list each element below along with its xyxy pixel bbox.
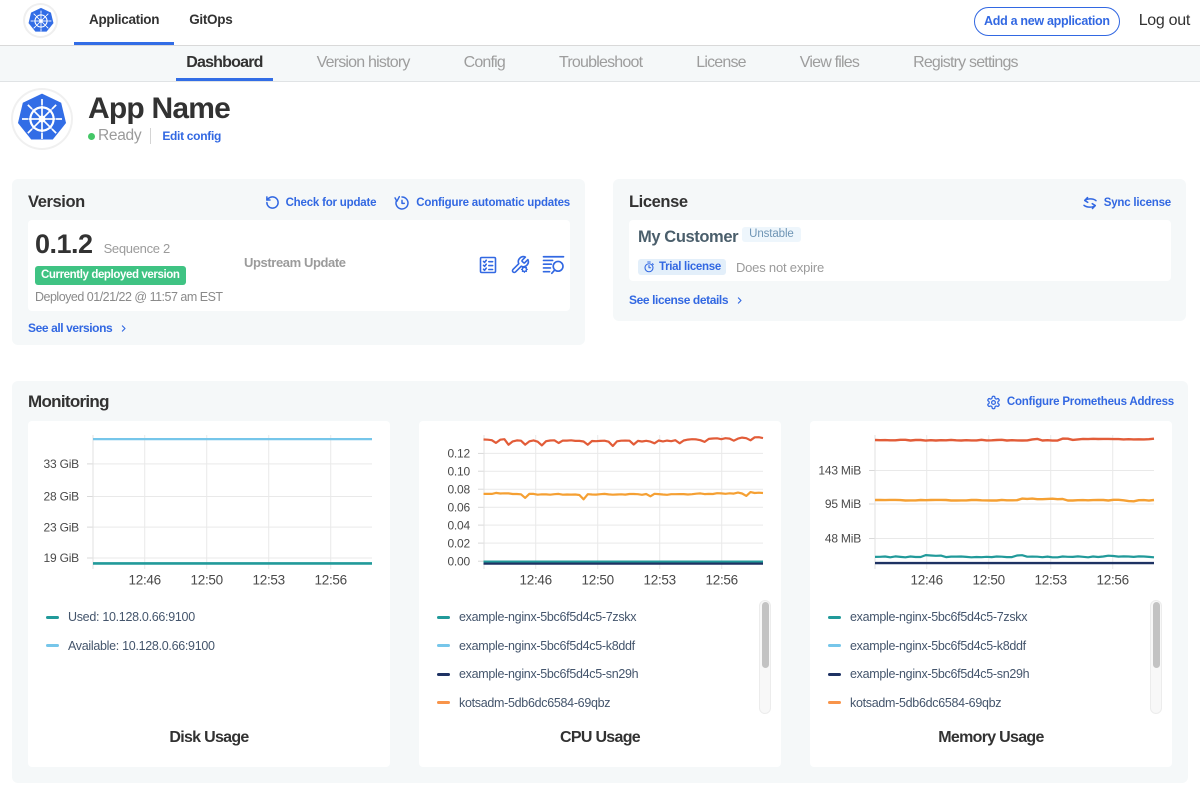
svg-text:12:50: 12:50 [191,573,223,588]
svg-text:95 MiB: 95 MiB [825,497,861,511]
svg-text:0.04: 0.04 [447,518,470,532]
svg-text:48 MiB: 48 MiB [825,532,861,546]
svg-text:12:56: 12:56 [315,573,347,588]
svg-text:12:53: 12:53 [1035,573,1067,588]
svg-text:33 GiB: 33 GiB [44,457,80,471]
svg-text:12:53: 12:53 [253,573,285,588]
svg-text:12:46: 12:46 [911,573,943,588]
svg-text:0.08: 0.08 [447,482,470,496]
svg-text:12:50: 12:50 [973,573,1005,588]
svg-text:12:46: 12:46 [129,573,161,588]
svg-text:12:56: 12:56 [1097,573,1129,588]
svg-text:28 GiB: 28 GiB [44,490,80,504]
svg-text:0.12: 0.12 [447,447,470,461]
svg-text:143 MiB: 143 MiB [818,464,861,478]
svg-text:19 GiB: 19 GiB [44,551,80,565]
svg-text:0.02: 0.02 [447,536,470,550]
svg-text:0.06: 0.06 [447,501,470,515]
svg-text:12:56: 12:56 [706,573,738,588]
svg-text:23 GiB: 23 GiB [44,520,80,534]
svg-text:12:53: 12:53 [644,573,676,588]
svg-text:12:46: 12:46 [520,573,552,588]
svg-text:12:50: 12:50 [582,573,614,588]
svg-text:0.00: 0.00 [447,554,470,568]
svg-text:0.10: 0.10 [447,464,470,478]
